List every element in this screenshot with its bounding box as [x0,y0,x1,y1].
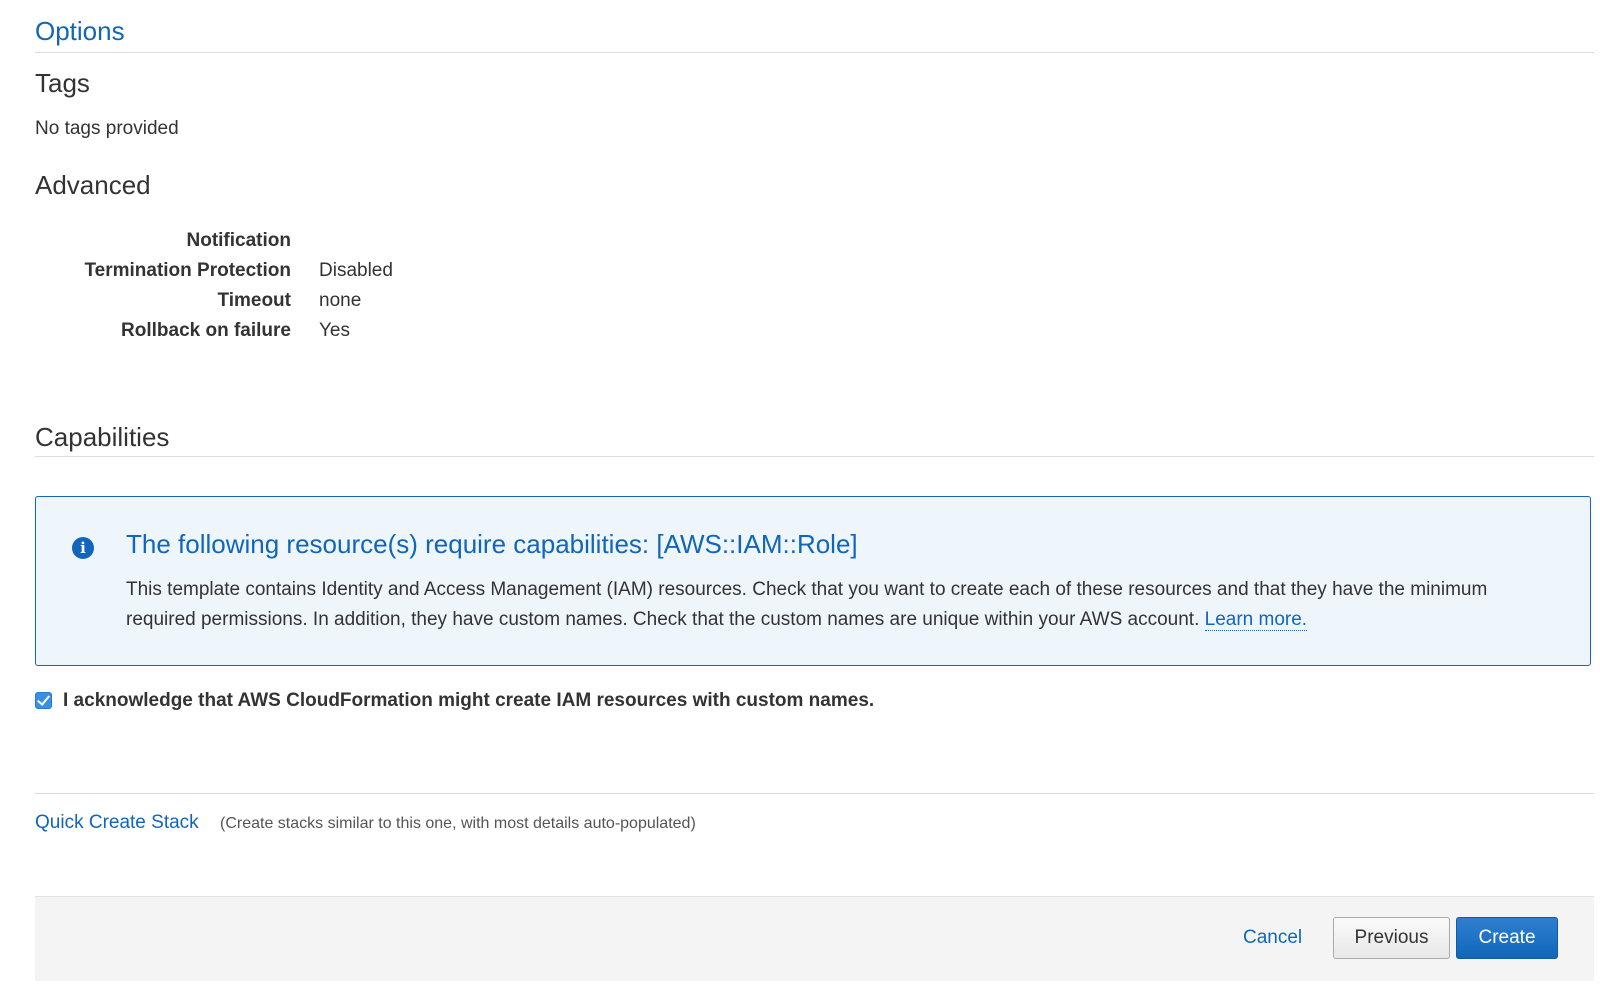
checkmark-icon [36,692,51,706]
advanced-value: none [319,290,362,311]
advanced-row-timeout: Timeout none [35,286,635,316]
info-icon: i [72,537,94,559]
advanced-key: Timeout [217,290,291,311]
quick-create-stack-link[interactable]: Quick Create Stack [35,810,199,836]
advanced-value: Disabled [319,260,393,281]
advanced-row-notification: Notification [35,226,635,256]
quick-create-note: (Create stacks similar to this one, with… [220,815,696,832]
capabilities-divider [35,456,1594,457]
acknowledge-label[interactable]: I acknowledge that AWS CloudFormation mi… [63,689,874,713]
options-divider [35,52,1594,53]
info-title: The following resource(s) require capabi… [126,529,858,559]
advanced-row-rollback: Rollback on failure Yes [35,316,635,346]
advanced-value: Yes [319,320,350,341]
create-button[interactable]: Create [1456,917,1558,959]
options-link[interactable]: Options [35,14,125,48]
advanced-key: Termination Protection [84,260,291,281]
capabilities-heading: Capabilities [35,422,170,452]
advanced-key: Rollback on failure [121,320,291,341]
info-body: This template contains Identity and Acce… [126,575,1546,635]
tags-empty-text: No tags provided [35,118,179,139]
advanced-key: Notification [186,230,292,251]
learn-more-link[interactable]: Learn more. [1204,609,1308,631]
capabilities-info-box: i The following resource(s) require capa… [35,496,1591,666]
tags-heading: Tags [35,68,90,98]
acknowledge-checkbox[interactable] [35,692,52,709]
advanced-settings-table: Notification Termination Protection Disa… [35,226,635,346]
advanced-heading: Advanced [35,170,151,200]
review-page: Options Tags No tags provided Advanced N… [0,0,1600,1000]
advanced-row-termination-protection: Termination Protection Disabled [35,256,635,286]
quick-create-divider [35,793,1594,794]
previous-button[interactable]: Previous [1333,917,1450,959]
cancel-button[interactable]: Cancel [1243,925,1302,951]
